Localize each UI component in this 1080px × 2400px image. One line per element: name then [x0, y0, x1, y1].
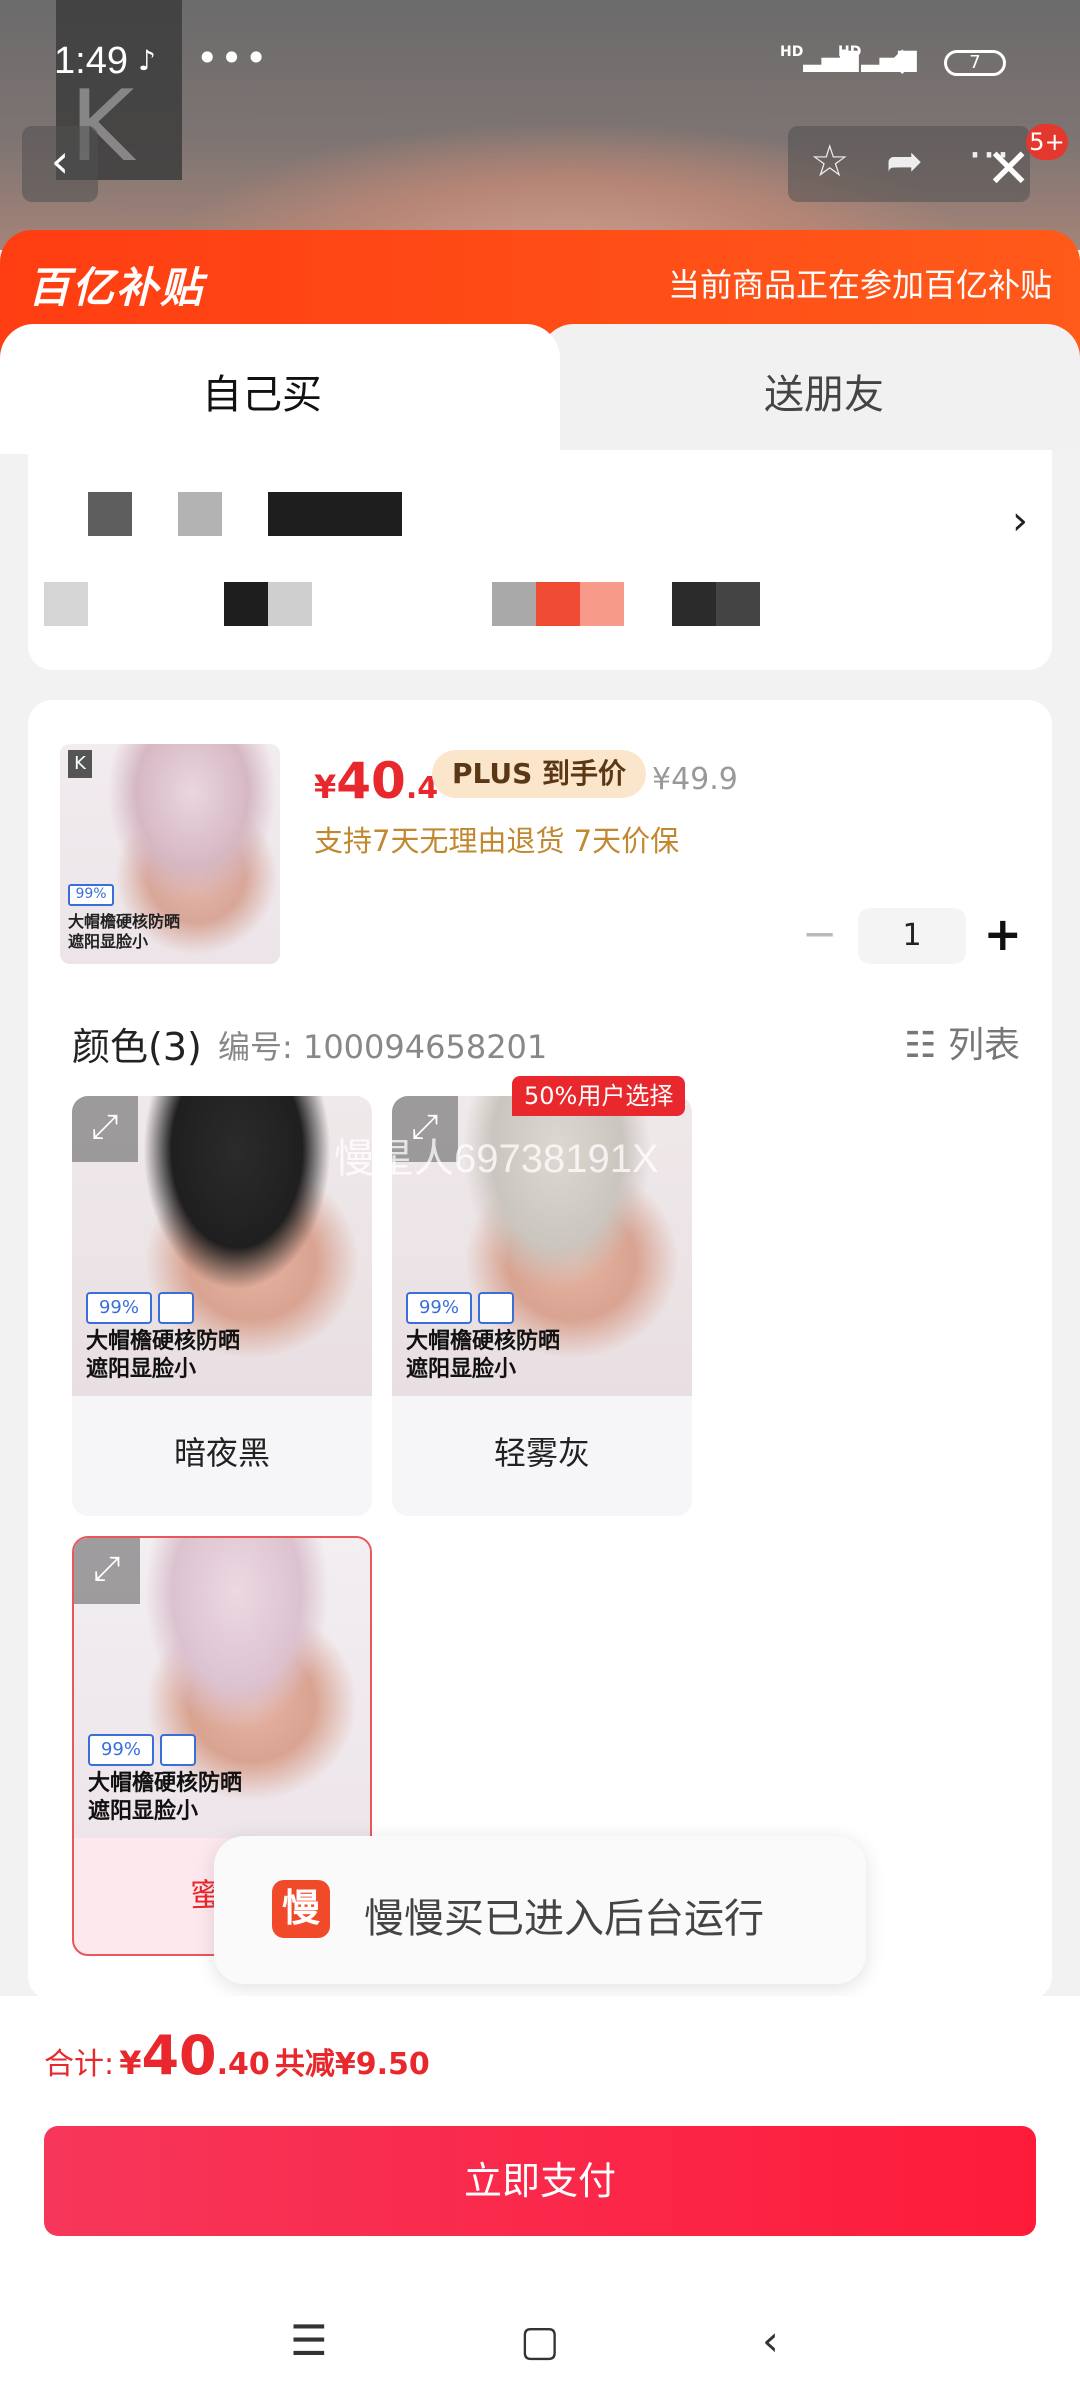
- popular-choice-badge: 50%用户选择: [512, 1076, 686, 1116]
- close-icon[interactable]: ✕: [986, 142, 1031, 196]
- chevron-right-icon[interactable]: ›: [1012, 498, 1028, 544]
- redacted-block: [268, 492, 402, 536]
- list-toggle-label: 列表: [947, 1025, 1020, 1066]
- total-savings: 共减¥9.50: [274, 2047, 430, 2082]
- tab-self-label: 自己买: [202, 372, 322, 418]
- back-button[interactable]: ‹: [22, 126, 98, 202]
- expand-icon[interactable]: ⤢: [72, 1096, 138, 1162]
- list-icon: ☷: [904, 1025, 937, 1066]
- subsidy-note: 当前商品正在参加百亿补贴: [667, 266, 1052, 304]
- option-caption: 大帽檐硬核防晒 遮阳显脸小: [406, 1329, 561, 1382]
- toast-message: 慢慢买已进入后台运行: [364, 1896, 764, 1942]
- product-card: K 99% 大帽檐硬核防晒 遮阳显脸小 ¥40.4 PLUS 到手价 ¥49.9…: [28, 700, 1052, 2000]
- tiktok-icon: ♪: [138, 44, 156, 77]
- tab-gift-label: 送朋友: [764, 372, 884, 418]
- quantity-stepper: − 1 +: [802, 908, 1022, 964]
- menu-icon[interactable]: ☰: [290, 2316, 328, 2365]
- total-integer: 40: [141, 2024, 217, 2087]
- product-thumbnail[interactable]: K 99% 大帽檐硬核防晒 遮阳显脸小: [60, 744, 280, 964]
- list-view-toggle[interactable]: ☷ 列表: [904, 1016, 1020, 1068]
- decrease-button[interactable]: −: [802, 908, 837, 960]
- plus-price-tag: PLUS 到手价: [432, 750, 647, 798]
- total-decimal: .40: [216, 2047, 270, 2082]
- sun-icon: [160, 1734, 196, 1766]
- sun-icon: [478, 1292, 514, 1324]
- option-caption: 大帽檐硬核防晒 遮阳显脸小: [88, 1771, 243, 1824]
- color-heading: 颜色(3): [72, 1025, 202, 1069]
- quantity-input[interactable]: 1: [858, 908, 966, 964]
- redacted-block: [88, 492, 132, 536]
- background-run-toast: 慢 慢慢买已进入后台运行: [214, 1836, 866, 1984]
- tab-self[interactable]: 自己买: [0, 324, 560, 454]
- price-integer: 40: [336, 752, 406, 810]
- redacted-block: [492, 582, 536, 626]
- wifi-icon: ◆: [890, 40, 915, 78]
- color-option-label: 暗夜黑: [173, 1434, 270, 1472]
- option-caption: 大帽檐硬核防晒 遮阳显脸小: [86, 1329, 241, 1382]
- redacted-block: [224, 582, 268, 626]
- back-nav-icon[interactable]: ‹: [762, 2316, 779, 2365]
- redacted-block: [268, 582, 312, 626]
- price-currency: ¥: [314, 768, 337, 806]
- uv-badge: 99%: [406, 1292, 472, 1324]
- subsidy-brand-logo: 百亿补贴: [28, 263, 205, 312]
- redacted-block: [178, 492, 222, 536]
- total-currency: ¥: [119, 2044, 142, 2082]
- status-bar: 1:49 ♪ ••• HD▂▄▆ HD▂▄▆ ◆ 7: [0, 0, 1080, 120]
- order-total: 合计: ¥40.40 共减¥9.50: [44, 2024, 430, 2087]
- status-time: 1:49: [54, 40, 128, 82]
- message-badge: 5+: [1026, 124, 1068, 160]
- sun-icon: [158, 1292, 194, 1324]
- redacted-block: [580, 582, 624, 626]
- brand-logo-small: K: [68, 750, 92, 778]
- checkout-bar: 合计: ¥40.40 共减¥9.50 立即支付 ☰ ▢ ‹: [0, 1996, 1080, 2400]
- total-label: 合计:: [44, 2047, 115, 2082]
- tab-gift[interactable]: 送朋友: [540, 324, 1080, 454]
- battery-icon: 7: [944, 50, 1006, 76]
- uv-badge: 99%: [86, 1292, 152, 1324]
- original-price: ¥49.9: [652, 762, 738, 797]
- pay-now-button[interactable]: 立即支付: [44, 2126, 1036, 2236]
- uv-badge: 99%: [88, 1734, 154, 1766]
- purchase-tabs: 送朋友 自己买: [0, 324, 1080, 454]
- redacted-block: [716, 582, 760, 626]
- price: ¥40.4: [314, 752, 438, 810]
- address-card[interactable]: ›: [28, 450, 1052, 670]
- thumbnail-caption: 大帽檐硬核防晒 遮阳显脸小: [68, 912, 181, 951]
- uv-badge: 99%: [68, 884, 114, 906]
- share-icon[interactable]: ➦: [886, 136, 923, 187]
- service-promises: 支持7天无理由退货 7天价保: [314, 824, 680, 858]
- color-option-label: 轻雾灰: [493, 1434, 590, 1472]
- app-icon: 慢: [272, 1880, 330, 1938]
- system-nav-bar: ☰ ▢ ‹: [0, 2296, 1080, 2396]
- star-icon[interactable]: ☆: [810, 136, 849, 187]
- watermark-text: 慢星人69738191X: [334, 1137, 659, 1181]
- redacted-block: [672, 582, 716, 626]
- expand-icon[interactable]: ⤢: [74, 1538, 140, 1604]
- color-option-black[interactable]: ⤢ 99% 大帽檐硬核防晒 遮阳显脸小 暗夜黑: [72, 1096, 372, 1516]
- sku-number: 编号: 100094658201: [218, 1028, 548, 1066]
- increase-button[interactable]: +: [983, 908, 1022, 960]
- redacted-block: [44, 582, 88, 626]
- home-icon[interactable]: ▢: [520, 2316, 560, 2365]
- redacted-block: [536, 582, 580, 626]
- more-notifications-icon: •••: [196, 36, 270, 80]
